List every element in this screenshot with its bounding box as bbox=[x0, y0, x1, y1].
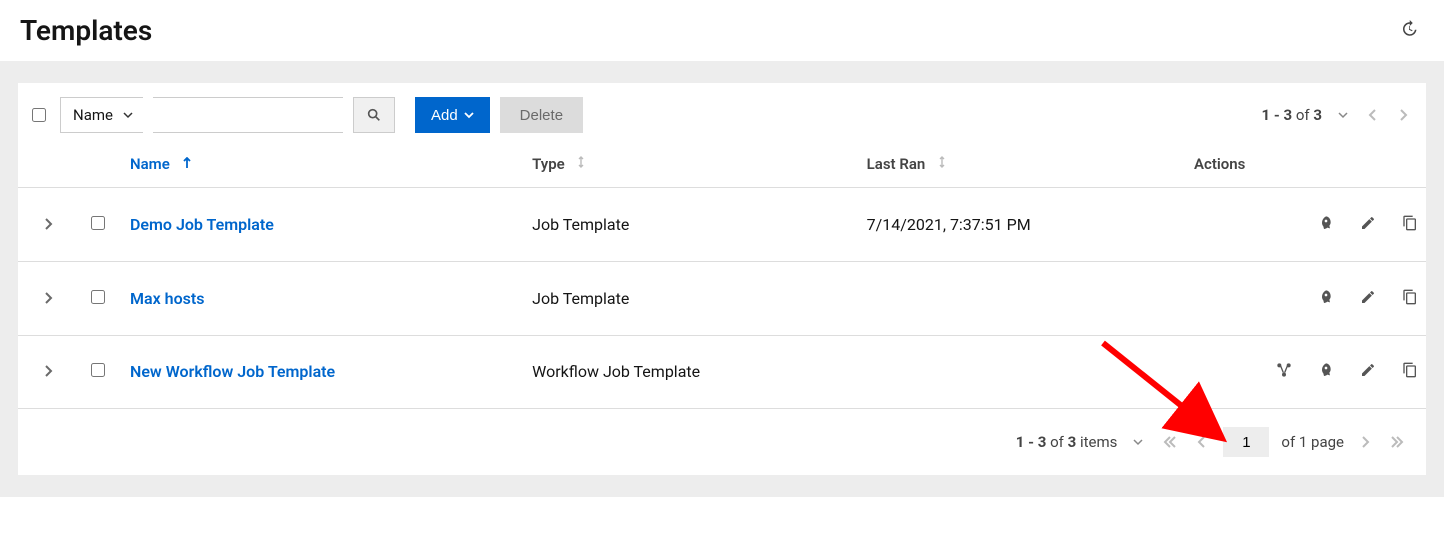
page-number-input[interactable] bbox=[1223, 427, 1269, 457]
first-page-button[interactable] bbox=[1159, 434, 1181, 450]
top-pag-end: 3 bbox=[1284, 106, 1293, 124]
copy-icon[interactable] bbox=[1402, 362, 1418, 382]
col-type-label: Type bbox=[532, 155, 565, 173]
row-checkbox[interactable] bbox=[91, 363, 105, 377]
template-name-link[interactable]: Max hosts bbox=[130, 289, 204, 308]
template-type: Job Template bbox=[524, 261, 859, 335]
template-last-ran bbox=[859, 335, 1186, 409]
edit-icon[interactable] bbox=[1360, 289, 1376, 309]
row-checkbox[interactable] bbox=[91, 290, 105, 304]
search-icon bbox=[366, 107, 382, 123]
chevron-down-icon bbox=[464, 110, 474, 120]
table-row: Max hosts Job Template bbox=[18, 261, 1426, 335]
template-last-ran bbox=[859, 261, 1186, 335]
foot-pag-total: 3 bbox=[1068, 433, 1077, 451]
page-title: Templates bbox=[20, 14, 152, 47]
chevron-left-icon bbox=[1368, 109, 1378, 121]
chevron-right-icon bbox=[1398, 109, 1408, 121]
foot-pag-end: 3 bbox=[1038, 433, 1047, 451]
launch-icon[interactable] bbox=[1318, 289, 1334, 309]
template-type: Job Template bbox=[524, 188, 859, 262]
launch-icon[interactable] bbox=[1318, 362, 1334, 382]
expand-toggle[interactable] bbox=[18, 335, 78, 409]
add-button-label: Add bbox=[431, 107, 458, 124]
top-pagination: 1 - 3 of 3 bbox=[1262, 105, 1412, 125]
chevron-down-icon bbox=[123, 110, 133, 120]
chevron-right-icon bbox=[1360, 436, 1370, 448]
double-chevron-right-icon bbox=[1390, 436, 1404, 448]
filter-field-label: Name bbox=[73, 106, 113, 124]
row-checkbox[interactable] bbox=[91, 216, 105, 230]
prev-page-button[interactable] bbox=[1193, 434, 1211, 450]
visualizer-icon[interactable] bbox=[1276, 362, 1292, 382]
template-type: Workflow Job Template bbox=[524, 335, 859, 409]
row-actions bbox=[1186, 335, 1426, 409]
items-per-page-dropdown[interactable] bbox=[1129, 435, 1147, 449]
search-button[interactable] bbox=[353, 97, 395, 133]
add-button[interactable]: Add bbox=[415, 97, 490, 133]
history-button[interactable] bbox=[1396, 16, 1422, 45]
edit-icon[interactable] bbox=[1360, 362, 1376, 382]
next-page-button[interactable] bbox=[1394, 105, 1412, 125]
expand-toggle[interactable] bbox=[18, 261, 78, 335]
template-name-link[interactable]: Demo Job Template bbox=[130, 215, 274, 234]
foot-pag-items: items bbox=[1080, 433, 1117, 451]
per-page-dropdown[interactable] bbox=[1334, 106, 1352, 124]
col-type[interactable]: Type bbox=[524, 145, 859, 188]
launch-icon[interactable] bbox=[1318, 215, 1334, 235]
foot-pag-start: 1 bbox=[1016, 433, 1025, 451]
row-actions bbox=[1186, 188, 1426, 262]
history-icon bbox=[1400, 20, 1418, 38]
top-pag-of: of bbox=[1296, 106, 1310, 124]
delete-button[interactable]: Delete bbox=[500, 97, 583, 133]
search-input[interactable] bbox=[153, 97, 343, 133]
filter-field-dropdown[interactable]: Name bbox=[60, 97, 143, 133]
col-actions: Actions bbox=[1186, 145, 1426, 188]
col-name[interactable]: Name bbox=[122, 145, 524, 188]
col-last-ran-label: Last Ran bbox=[867, 155, 926, 173]
template-name-link[interactable]: New Workflow Job Template bbox=[130, 362, 335, 381]
col-name-label: Name bbox=[130, 155, 170, 173]
sort-asc-icon bbox=[182, 155, 192, 173]
template-last-ran: 7/14/2021, 7:37:51 PM bbox=[859, 188, 1186, 262]
row-actions bbox=[1186, 261, 1426, 335]
top-pag-total: 3 bbox=[1313, 106, 1322, 124]
double-chevron-left-icon bbox=[1163, 436, 1177, 448]
foot-pag-of: of bbox=[1050, 433, 1064, 451]
next-page-button[interactable] bbox=[1356, 434, 1374, 450]
foot-of-label: of 1 page bbox=[1281, 433, 1344, 451]
prev-page-button[interactable] bbox=[1364, 105, 1382, 125]
expand-toggle[interactable] bbox=[18, 188, 78, 262]
copy-icon[interactable] bbox=[1402, 289, 1418, 309]
table-row: New Workflow Job Template Workflow Job Te… bbox=[18, 335, 1426, 409]
sort-icon bbox=[937, 155, 947, 173]
col-last-ran[interactable]: Last Ran bbox=[859, 145, 1186, 188]
last-page-button[interactable] bbox=[1386, 434, 1408, 450]
copy-icon[interactable] bbox=[1402, 215, 1418, 235]
table-row: Demo Job Template Job Template7/14/2021, … bbox=[18, 188, 1426, 262]
top-pag-start: 1 bbox=[1262, 106, 1271, 124]
chevron-left-icon bbox=[1197, 436, 1207, 448]
edit-icon[interactable] bbox=[1360, 215, 1376, 235]
sort-icon bbox=[576, 155, 586, 173]
select-all-checkbox[interactable] bbox=[32, 108, 46, 122]
